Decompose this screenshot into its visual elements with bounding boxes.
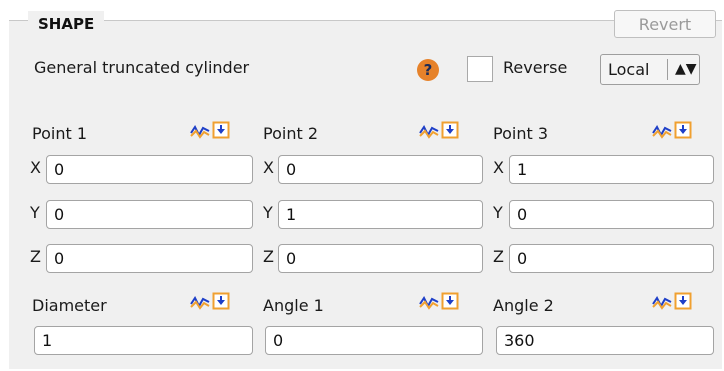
help-icon[interactable]: ? [417,59,439,81]
point-2-x-field[interactable]: 0 [278,155,483,184]
axis-y-label: Y [263,203,273,222]
axis-x-label: X [493,158,504,177]
pick-down-arrow-icon[interactable] [674,121,692,139]
angle-2-field[interactable]: 360 [496,326,714,355]
point-1-z-field[interactable]: 0 [46,244,253,273]
point-3-x-field[interactable]: 1 [509,155,714,184]
angle-2-tools [652,292,692,314]
point-1-tools [190,121,230,143]
pick-down-arrow-icon[interactable] [674,292,692,310]
point-2-y-field[interactable]: 1 [278,200,483,229]
axis-z-label: Z [263,247,274,266]
point-3-y-field[interactable]: 0 [509,200,714,229]
angle-2-label: Angle 2 [493,296,554,315]
section-title: SHAPE [28,11,105,37]
graph-curve-icon[interactable] [652,121,672,139]
axis-z-label: Z [493,247,504,266]
frame-select-value: Local [608,60,650,79]
pick-down-arrow-icon[interactable] [441,121,459,139]
point-3-z-field[interactable]: 0 [509,244,714,273]
reverse-label: Reverse [503,58,568,77]
reverse-checkbox[interactable] [467,56,493,82]
up-down-arrows-icon: ▲▼ [675,61,697,77]
angle-1-tools [419,292,459,314]
angle-1-label: Angle 1 [263,296,324,315]
graph-curve-icon[interactable] [419,121,439,139]
graph-curve-icon[interactable] [419,292,439,310]
point-2-label: Point 2 [263,124,318,143]
pick-down-arrow-icon[interactable] [441,292,459,310]
axis-z-label: Z [30,247,41,266]
pick-down-arrow-icon[interactable] [212,292,230,310]
diameter-tools [190,292,230,314]
graph-curve-icon[interactable] [652,292,672,310]
angle-1-field[interactable]: 0 [265,326,483,355]
diameter-label: Diameter [32,296,107,315]
axis-x-label: X [30,158,41,177]
axis-y-label: Y [30,203,40,222]
point-2-tools [419,121,459,143]
axis-y-label: Y [493,203,503,222]
frame-select[interactable]: Local ▲▼ [600,54,700,85]
graph-curve-icon[interactable] [190,121,210,139]
point-2-z-field[interactable]: 0 [278,244,483,273]
point-1-y-field[interactable]: 0 [46,200,253,229]
point-3-tools [652,121,692,143]
point-1-x-field[interactable]: 0 [46,155,253,184]
axis-x-label: X [263,158,274,177]
select-divider [667,59,668,80]
pick-down-arrow-icon[interactable] [212,121,230,139]
diameter-field[interactable]: 1 [34,326,253,355]
shape-description: General truncated cylinder [34,58,250,77]
revert-button[interactable]: Revert [614,10,716,38]
point-3-label: Point 3 [493,124,548,143]
graph-curve-icon[interactable] [190,292,210,310]
point-1-label: Point 1 [32,124,87,143]
